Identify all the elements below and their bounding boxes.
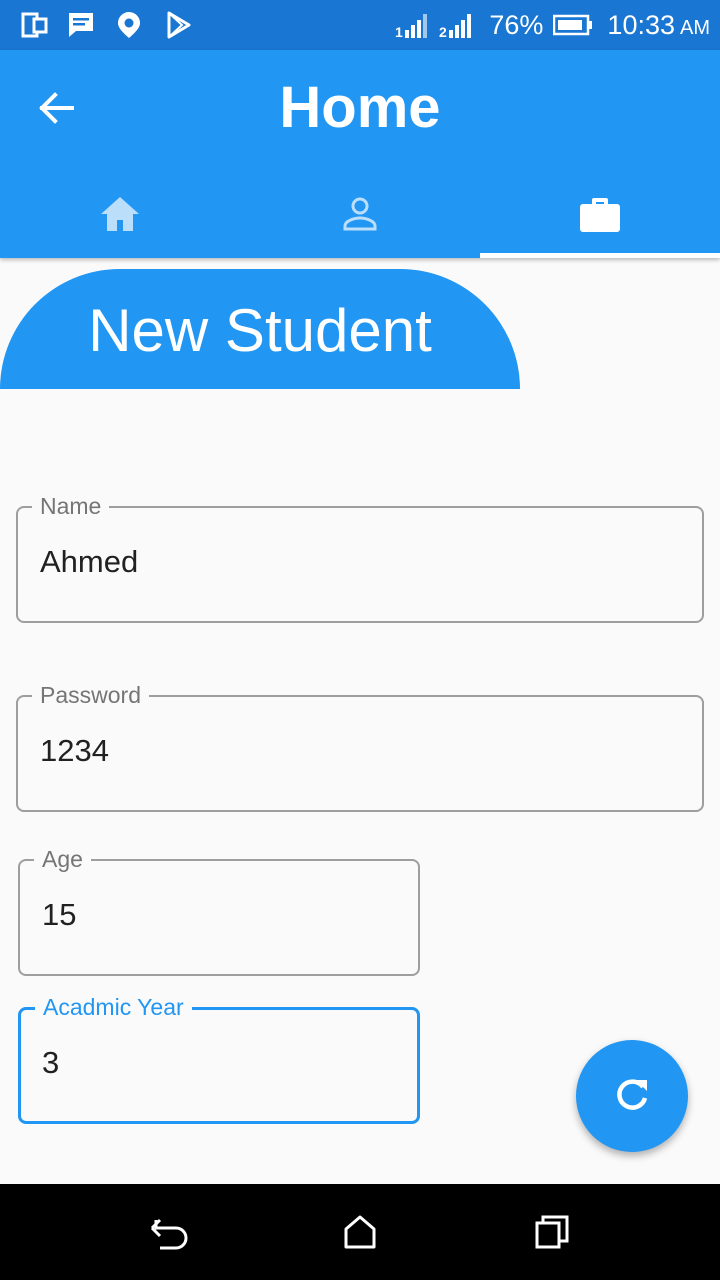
section-title: New Student [88,297,432,364]
message-icon [69,13,93,37]
refresh-button[interactable] [576,1040,688,1152]
academic-year-field[interactable]: Acadmic Year 3 [18,993,420,1124]
status-bar: 1 2 76% 10:33 AM [0,0,720,50]
sim2-signal-icon: 2 [439,14,472,40]
name-field[interactable]: Name Ahmed [16,492,704,623]
system-nav-bar [0,1184,720,1280]
play-store-icon [167,11,191,39]
svg-text:1: 1 [395,24,403,40]
tab-work[interactable] [480,170,720,258]
password-value: 1234 [40,733,109,768]
person-icon [343,197,377,231]
status-right: 1 2 76% 10:33 AM [395,8,710,42]
tab-profile[interactable] [240,170,480,258]
age-value: 15 [42,897,77,932]
briefcase-icon [580,198,620,232]
home-icon [101,197,139,231]
academic-year-value: 3 [42,1045,60,1080]
age-label: Age [34,845,91,873]
password-label: Password [32,681,149,709]
tab-bar [0,170,720,258]
age-field[interactable]: Age 15 [18,845,420,976]
app-bar: Home [0,50,720,258]
tab-home[interactable] [0,170,240,258]
name-value: Ahmed [40,544,139,579]
battery-icon [553,14,593,36]
sim1-signal-icon: 1 [395,14,428,40]
clock-am-pm: AM [680,16,710,39]
page-title: Home [279,75,441,140]
location-pin-icon [118,12,140,38]
password-field[interactable]: Password 1234 [16,681,704,812]
refresh-icon [617,1079,648,1110]
svg-text:2: 2 [439,24,447,40]
academic-year-label: Acadmic Year [35,993,192,1021]
battery-percent: 76% [489,9,544,40]
recents-nav-icon[interactable] [532,1212,572,1252]
home-nav-icon[interactable] [340,1212,380,1252]
back-nav-icon[interactable] [148,1212,188,1252]
name-label: Name [32,492,110,520]
phone-screen-icon [21,12,48,38]
clock: 10:33 [607,9,675,40]
